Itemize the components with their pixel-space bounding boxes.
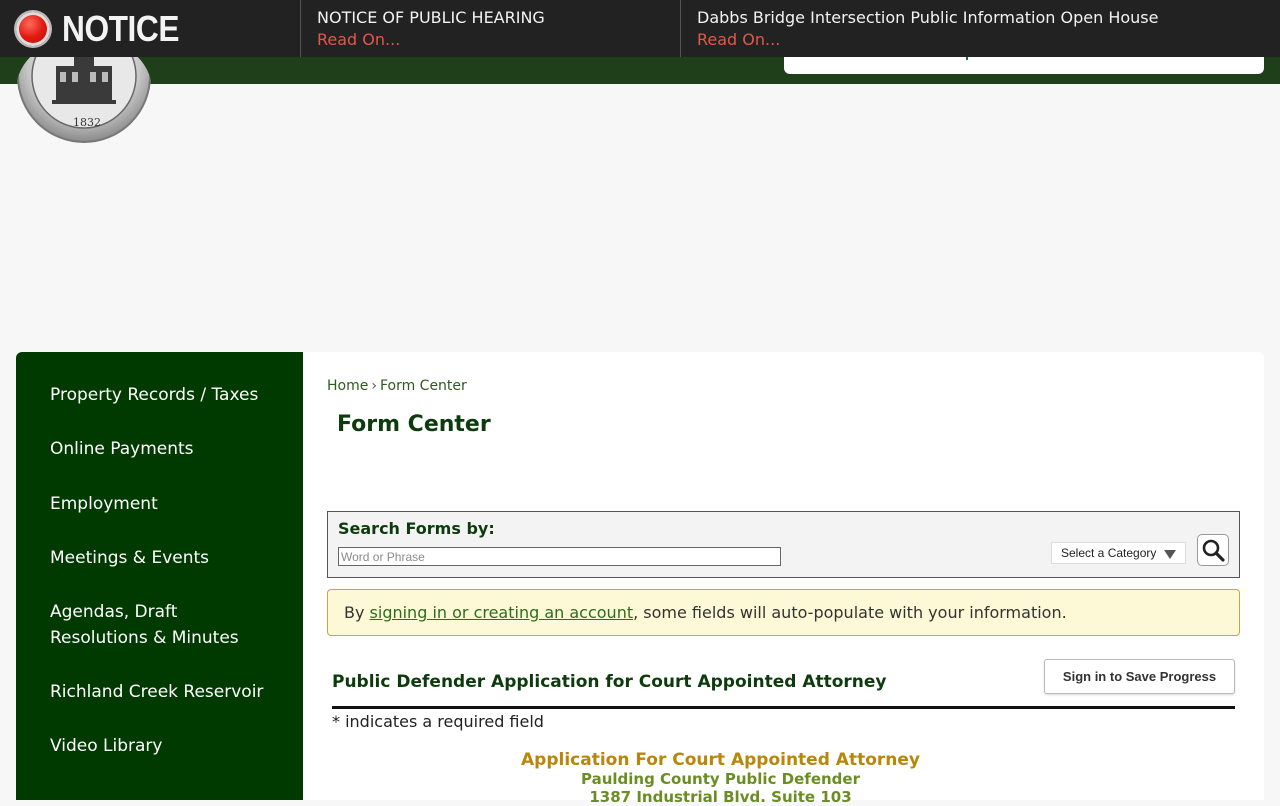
alert-dot-icon: [16, 11, 50, 46]
search-icon: [1202, 539, 1225, 562]
application-address: 1387 Industrial Blvd. Suite 103: [589, 788, 852, 806]
search-input[interactable]: [338, 547, 781, 566]
search-label: Search Forms by:: [338, 519, 495, 538]
notice-item-2[interactable]: Dabbs Bridge Intersection Public Informa…: [680, 0, 1158, 57]
category-select[interactable]: Select a Category: [1051, 542, 1186, 564]
sidebar-nav: Property Records / Taxes Online Payments…: [16, 352, 303, 800]
signin-prefix: By: [344, 603, 370, 622]
sidebar-item-employment[interactable]: Employment: [50, 491, 270, 517]
form-divider: [332, 706, 1235, 709]
sidebar-item-online-payments[interactable]: Online Payments: [50, 436, 270, 462]
signin-suffix: , some fields will auto-populate with yo…: [633, 603, 1067, 622]
signin-notice: By signing in or creating an account, so…: [327, 589, 1240, 636]
search-button[interactable]: [1197, 534, 1229, 566]
signin-link[interactable]: signing in or creating an account: [370, 603, 634, 622]
required-field-note: * indicates a required field: [332, 712, 544, 731]
sidebar-item-video-library[interactable]: Video Library: [50, 733, 270, 759]
main-content: Home › Form Center Form Center Search Form…: [303, 352, 1264, 806]
category-select-label: Select a Category: [1061, 546, 1157, 560]
sidebar-item-agendas[interactable]: Agendas, Draft Resolutions & Minutes: [50, 599, 250, 651]
notice-bar: NOTICE NOTICE OF PUBLIC HEARING Read On.…: [0, 0, 1280, 57]
form-search-panel: Search Forms by: Select a Category: [327, 511, 1240, 578]
breadcrumb-home-link[interactable]: Home: [327, 378, 368, 394]
notice-title: Dabbs Bridge Intersection Public Informa…: [697, 8, 1159, 27]
sidebar-item-meetings-events[interactable]: Meetings & Events: [50, 545, 270, 571]
application-title: Application For Court Appointed Attorney: [521, 750, 920, 770]
sign-in-save-progress-button[interactable]: Sign in to Save Progress: [1044, 659, 1235, 694]
notice-heading: NOTICE: [62, 7, 180, 49]
notice-label: NOTICE: [16, 0, 195, 57]
breadcrumb: Home › Form Center: [327, 378, 467, 394]
application-subtitle: Paulding County Public Defender: [580, 770, 860, 788]
breadcrumb-form-center-link[interactable]: Form Center: [380, 378, 467, 394]
notice-title: NOTICE OF PUBLIC HEARING: [317, 8, 545, 27]
form-title: Public Defender Application for Court Ap…: [332, 672, 887, 692]
dropdown-arrow-icon: [1164, 550, 1176, 559]
read-on-link[interactable]: Read On...: [317, 30, 545, 49]
sidebar-item-richland-creek[interactable]: Richland Creek Reservoir: [50, 679, 270, 705]
seal-year: 1832: [73, 116, 101, 129]
notice-item-1[interactable]: NOTICE OF PUBLIC HEARING Read On...: [300, 0, 545, 57]
breadcrumb-separator: ›: [371, 378, 377, 394]
read-on-link[interactable]: Read On...: [697, 30, 1158, 49]
sidebar-item-property-records[interactable]: Property Records / Taxes: [50, 382, 270, 408]
page-title: Form Center: [337, 412, 491, 437]
application-heading: Application For Court Appointed Attorney…: [303, 750, 1138, 806]
